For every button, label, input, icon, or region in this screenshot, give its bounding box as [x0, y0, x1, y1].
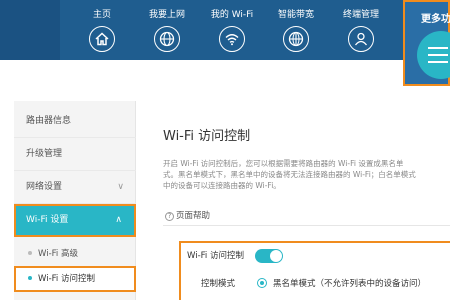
sidebar-item-label: 路由器信息 [26, 116, 72, 126]
more-functions-label: 更多功 [421, 14, 450, 25]
sidebar-item-network[interactable]: 网络设置 ∨ [14, 171, 136, 204]
sidebar-item-wifi-settings[interactable]: Wi-Fi 设置 ∧ [14, 204, 136, 237]
sidebar-subitem-label: Wi-Fi 高级 [38, 249, 78, 259]
nav-item-label: 终端管理 [342, 10, 379, 20]
main-content: Wi-Fi 访问控制 开启 Wi-Fi 访问控制后，您可以根据需要将路由器的 W… [137, 101, 450, 300]
help-label: 页面帮助 [176, 211, 211, 221]
nav-item-bandwidth[interactable]: 智能带宽 [266, 8, 326, 52]
access-control-panel: Wi-Fi 访问控制 控制模式 黑名单模式（不允许列表中的设备访问） [179, 241, 450, 300]
page-title: Wi-Fi 访问控制 [163, 129, 251, 144]
nav-item-my-wifi[interactable]: 我的 Wi-Fi [202, 8, 262, 52]
access-control-toggle[interactable] [255, 249, 283, 263]
page-description: 开启 Wi-Fi 访问控制后，您可以根据需要将路由器的 Wi-Fi 设置成黑名单… [163, 158, 450, 191]
more-functions-button[interactable]: 更多功 [403, 0, 450, 86]
blacklist-radio[interactable] [257, 278, 267, 288]
home-icon [89, 26, 115, 52]
nav-item-label: 智能带宽 [277, 10, 314, 20]
nav-item-label: 我的 Wi-Fi [210, 10, 254, 20]
sidebar-subitem-label: Wi-Fi 访问控制 [38, 274, 95, 284]
globe-icon [154, 26, 180, 52]
user-icon [348, 26, 374, 52]
chevron-up-icon: ∧ [115, 215, 122, 225]
help-icon: ? [165, 212, 174, 221]
description-line: 开启 Wi-Fi 访问控制后，您可以根据需要将路由器的 Wi-Fi 设置成黑名单 [163, 159, 404, 168]
control-mode-label: 控制模式 [201, 279, 236, 289]
description-line: 中的设备可以连接路由器的 Wi-Fi。 [163, 181, 281, 190]
top-nav-bar: 主页 我要上网 我的 Wi-Fi 智能带宽 终端管理 [0, 0, 450, 60]
sidebar-item-label: Wi-Fi 设置 [26, 215, 69, 225]
page-help-link[interactable]: ? 页面帮助 [165, 209, 210, 221]
sidebar-item-label: 升级管理 [26, 149, 63, 159]
nav-item-home[interactable]: 主页 [72, 8, 132, 52]
description-line: 式。黑名单模式下，黑名单中的设备将无法连接路由器的 Wi-Fi；白名单模式 [163, 170, 416, 179]
nav-item-label: 我要上网 [148, 10, 185, 20]
bullet-icon [28, 250, 32, 255]
sidebar-item-label: 网络设置 [26, 182, 63, 192]
divider [163, 225, 450, 226]
sidebar-item-upgrade[interactable]: 升级管理 [14, 138, 136, 171]
nav-item-internet[interactable]: 我要上网 [137, 8, 197, 52]
access-control-label: Wi-Fi 访问控制 [187, 251, 244, 261]
toggle-knob [270, 250, 282, 262]
nav-item-label: 主页 [92, 10, 111, 20]
sidebar-item-router-info[interactable]: 路由器信息 [14, 105, 136, 138]
bandwidth-globe-icon [283, 26, 309, 52]
chevron-down-icon: ∨ [117, 182, 124, 192]
logo-area [0, 0, 60, 60]
wifi-icon [219, 26, 245, 52]
menu-icon [417, 31, 450, 79]
nav-item-devices[interactable]: 终端管理 [331, 8, 391, 52]
sidebar-subitem-wifi-access-control[interactable]: Wi-Fi 访问控制 [14, 266, 136, 292]
sidebar-subitem-wifi-advanced[interactable]: Wi-Fi 高级 [14, 241, 136, 267]
blacklist-radio-label: 黑名单模式（不允许列表中的设备访问） [273, 279, 427, 289]
sidebar: 路由器信息 升级管理 网络设置 ∨ Wi-Fi 设置 ∧ Wi-Fi 高级 Wi… [14, 101, 136, 300]
bullet-icon [28, 275, 32, 280]
